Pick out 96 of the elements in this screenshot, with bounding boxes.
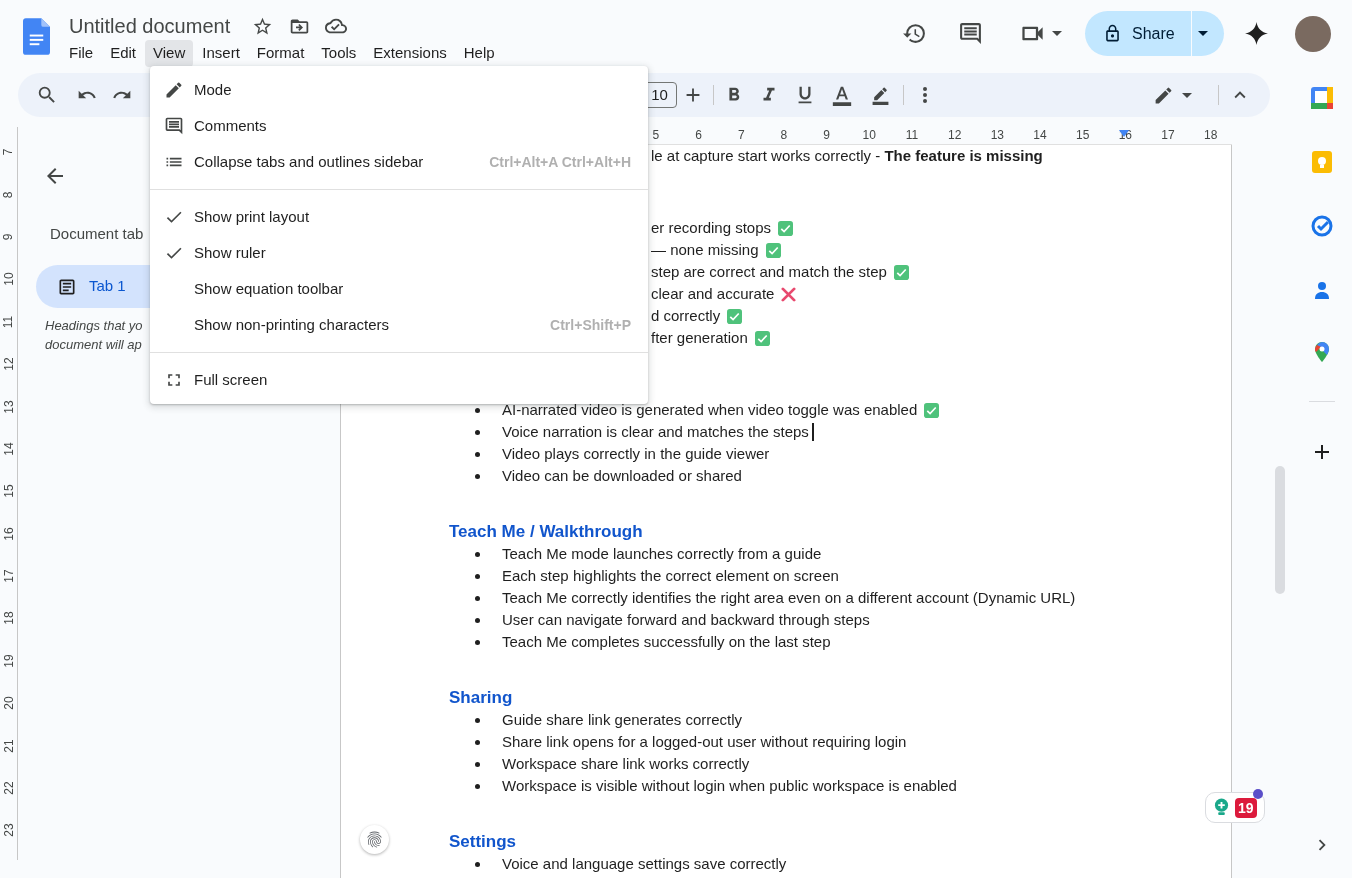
sparkle-icon[interactable]	[1244, 21, 1269, 46]
ruler-number: 17	[1160, 127, 1176, 142]
ruler-number: 19	[0, 654, 17, 668]
ruler-number: 14	[1032, 127, 1048, 142]
fingerprint-icon	[365, 830, 384, 849]
bullet-text: Video plays correctly in the guide viewer	[502, 443, 770, 464]
section-heading: Settings	[449, 831, 518, 853]
document-title[interactable]: Untitled document	[69, 12, 231, 40]
lightbulb-icon	[1214, 798, 1229, 817]
ruler-number: 23	[0, 823, 17, 838]
ruler-number: 5	[651, 127, 661, 142]
document-text: er recording stops	[651, 217, 772, 238]
ruler-number: 9	[822, 127, 831, 142]
menu-bar-item[interactable]: Help	[455, 40, 503, 67]
lock-icon	[1103, 24, 1122, 43]
bullet-text: Each step highlights the correct element on screen	[502, 565, 839, 586]
menu-item[interactable]: Comments	[150, 108, 648, 144]
calendar-icon[interactable]	[1311, 87, 1333, 109]
menu-item[interactable]: Show print layout	[150, 199, 648, 235]
ruler-number: 8	[0, 191, 17, 198]
bullet-text: Guide share link generates correctly	[502, 709, 743, 730]
addon-badge[interactable]: 19	[1205, 792, 1265, 823]
ruler-number: 14	[0, 442, 17, 456]
document-text: fter generation	[651, 327, 748, 348]
ruler-number: 13	[0, 399, 17, 414]
document-text: clear and accurate	[651, 283, 775, 304]
ruler-number: 22	[0, 781, 17, 795]
tasks-icon[interactable]	[1311, 215, 1333, 237]
bullet-text: Workspace is visible without login when public workspace is enabled	[502, 775, 957, 796]
ruler-number: 12	[0, 357, 17, 371]
document-text: le at capture start works correctly - The feature is missing	[651, 145, 1043, 166]
share-options-button[interactable]	[1192, 11, 1224, 56]
caret-icon	[1198, 31, 1208, 36]
bullet-text: Share link opens for a logged-out user without requiring login	[502, 731, 907, 752]
bullet-text: Teach Me mode launches correctly from a guide	[502, 543, 822, 564]
ruler-number: 18	[1203, 127, 1219, 142]
ruler-number: 11	[904, 127, 920, 142]
menu-item[interactable]: Collapse tabs and outlines sidebar Ctrl+Alt+A Ctrl+Alt+H	[150, 144, 648, 180]
bullet-text: Voice and language settings save correctly	[502, 853, 787, 874]
menu-bar-item[interactable]: Edit	[102, 40, 145, 67]
tab-stop-icon[interactable]	[1119, 130, 1129, 137]
caret-icon	[1181, 92, 1192, 98]
document-text: step are correct and match the step	[651, 261, 887, 282]
ruler-number: 7	[0, 148, 17, 156]
menu-bar-item[interactable]: Insert	[194, 40, 248, 67]
bullet-text: Teach Me completes successfully on the last step	[502, 631, 831, 652]
bullet-text: Video can be downloaded or shared	[502, 465, 742, 486]
search-icon	[36, 84, 58, 106]
ruler-number: 18	[0, 611, 17, 626]
ruler-number: 8	[779, 127, 789, 142]
sidebar-hint: Headings that yo document will ap	[45, 317, 143, 354]
ruler-number: 20	[0, 696, 17, 710]
pencil-icon	[164, 80, 184, 100]
ruler-number: 16	[0, 527, 17, 541]
menu-bar-item[interactable]: View	[145, 40, 194, 67]
share-button[interactable]: Share	[1085, 11, 1191, 56]
bullet-text: User can navigate forward and backward through steps	[502, 609, 870, 630]
menu-item[interactable]: Full screen	[150, 362, 648, 398]
ruler-number: 11	[0, 315, 17, 328]
scrollbar-thumb[interactable]	[1275, 466, 1285, 594]
ruler-number: 6	[694, 127, 703, 142]
menu-item[interactable]: Show non-printing characters Ctrl+Shift+P	[150, 307, 648, 343]
docs-logo[interactable]	[23, 18, 50, 55]
bullet-text: Voice narration is clear and matches the steps	[502, 421, 809, 442]
menu-bar-item[interactable]: Extensions	[365, 40, 455, 67]
avatar[interactable]	[1295, 15, 1331, 52]
ruler-number: 13	[989, 127, 1005, 142]
comment-icon	[164, 116, 184, 136]
caret-icon	[1052, 31, 1062, 36]
ruler-number: 10	[0, 272, 17, 287]
sidebar-heading: Document tab	[50, 224, 145, 244]
document-text: — none missing	[651, 239, 759, 260]
menu-bar-item[interactable]: Tools	[313, 40, 365, 67]
text-color-icon	[831, 84, 853, 106]
history-icon[interactable]	[902, 21, 927, 46]
more-icon	[923, 87, 927, 103]
bullet-text: Workspace share link works correctly	[502, 753, 750, 774]
menu-bar-item[interactable]: File	[61, 40, 102, 67]
menu-bar-item[interactable]: Format	[248, 40, 313, 67]
star-icon[interactable]	[252, 15, 274, 37]
comment-icon[interactable]	[958, 21, 983, 46]
ruler-number: 15	[1074, 127, 1091, 142]
bullet-text: AI-narrated video is generated when video toggle was enabled	[502, 399, 918, 420]
ruler-number: 12	[946, 127, 963, 142]
ruler-number: 15	[0, 484, 17, 498]
marker-icon	[870, 85, 890, 105]
ruler-number: 7	[736, 127, 746, 142]
bullet-text: Teach Me correctly identifies the right area even on a different account (Dynamic URL)	[502, 587, 1076, 608]
ruler-number: 21	[0, 739, 17, 753]
ruler-number: 9	[0, 233, 17, 241]
ruler-number: 17	[0, 569, 17, 583]
ruler-number: 10	[861, 127, 877, 142]
notification-count: 19	[1235, 797, 1257, 818]
section-heading: Teach Me / Walkthrough	[449, 521, 644, 543]
document-text: d correctly	[651, 305, 721, 326]
section-heading: Sharing	[449, 687, 514, 709]
